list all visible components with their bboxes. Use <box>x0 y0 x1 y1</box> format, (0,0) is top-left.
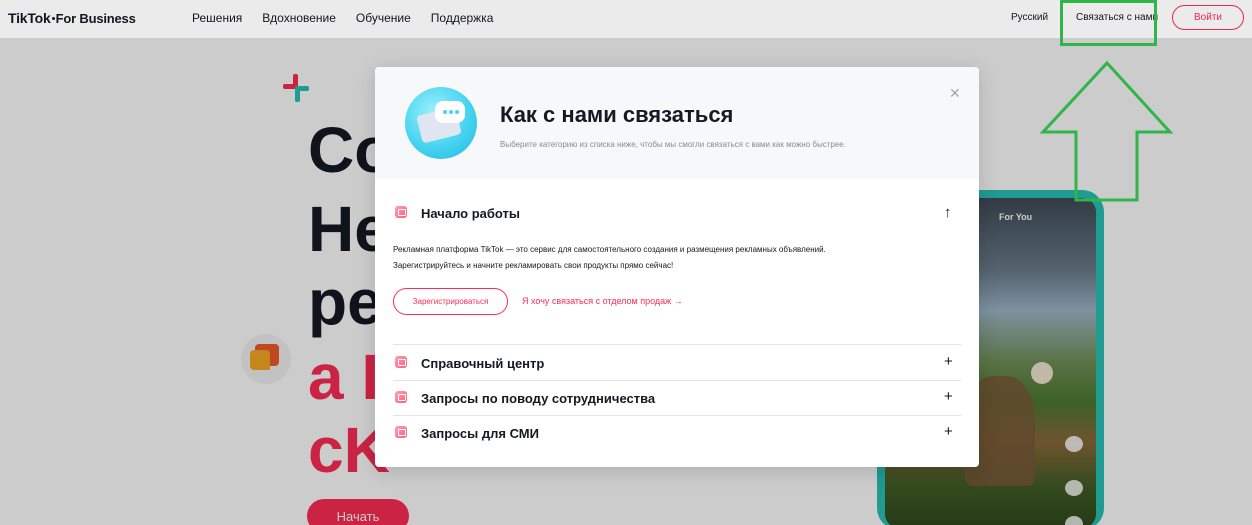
divider <box>393 415 961 416</box>
expand-plus-icon[interactable]: + <box>944 388 953 405</box>
contact-illustration-icon <box>405 87 477 159</box>
section-icon <box>395 426 407 438</box>
section-icon <box>395 206 407 218</box>
getting-started-description: Рекламная платформа TikTok — это сервис … <box>393 242 953 274</box>
divider <box>393 380 961 381</box>
divider <box>393 344 961 345</box>
section-icon <box>395 356 407 368</box>
collapse-arrow-icon[interactable]: ↑ <box>944 204 952 221</box>
contact-modal: Как с нами связаться Выберите категорию … <box>375 67 979 467</box>
close-icon[interactable]: ✕ <box>949 85 961 102</box>
contact-sales-link[interactable]: Я хочу связаться с отделом продаж → <box>522 296 683 306</box>
accordion-title[interactable]: Запросы по поводу сотрудничества <box>421 391 655 406</box>
register-button[interactable]: Зарегистрироваться <box>393 288 508 315</box>
description-line-1: Рекламная платформа TikTok — это сервис … <box>393 245 826 254</box>
modal-title: Как с нами связаться <box>500 102 734 127</box>
modal-header: Как с нами связаться Выберите категорию … <box>375 67 979 179</box>
modal-subtitle: Выберите категорию из списка ниже, чтобы… <box>500 140 846 149</box>
expand-plus-icon[interactable]: + <box>944 423 953 440</box>
description-line-2: Зарегистрируйтесь и начните рекламироват… <box>393 261 674 270</box>
accordion-title[interactable]: Запросы для СМИ <box>421 426 539 441</box>
section-icon <box>395 391 407 403</box>
expand-plus-icon[interactable]: + <box>944 353 953 370</box>
accordion-title[interactable]: Начало работы <box>421 206 520 221</box>
highlight-box <box>1060 0 1157 46</box>
pointer-arrow-icon <box>1040 60 1174 202</box>
accordion-title[interactable]: Справочный центр <box>421 356 544 371</box>
